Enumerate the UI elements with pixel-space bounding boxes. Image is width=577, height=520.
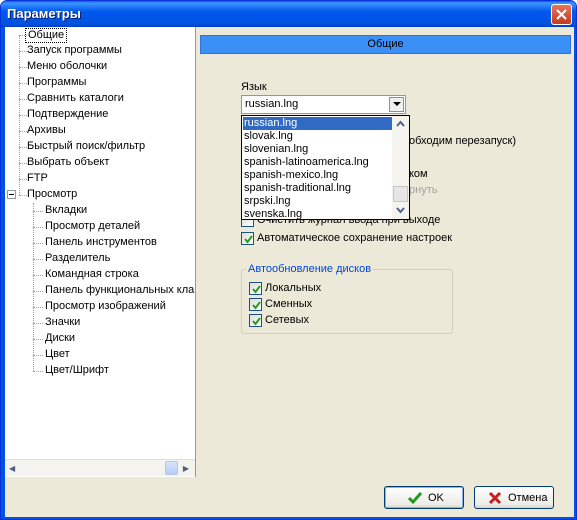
settings-tree[interactable]: Общие Запуск программы Меню оболочки Про…	[5, 27, 196, 477]
tree-item-general[interactable]: Общие	[25, 28, 68, 43]
scroll-left-icon[interactable]: ◀	[9, 464, 15, 473]
close-icon	[556, 9, 567, 20]
tree-item-view[interactable]: Просмотр	[25, 187, 79, 202]
ok-button[interactable]: OK	[384, 486, 464, 509]
cancel-label: Отмена	[508, 492, 548, 504]
tree-item-select-object[interactable]: Выбрать объект	[25, 155, 111, 170]
tree-item-icons[interactable]: Значки	[43, 315, 82, 330]
language-option[interactable]: spanish-latinoamerica.lng	[243, 156, 392, 169]
removable-drives-checkbox[interactable]	[249, 298, 262, 311]
cancel-button[interactable]: Отмена	[474, 486, 554, 509]
language-select[interactable]: russian.lng	[241, 95, 406, 114]
removable-drives-label[interactable]: Сменных	[265, 298, 312, 310]
check-icon	[252, 301, 261, 310]
network-drives-label[interactable]: Сетевых	[265, 314, 309, 326]
tree-item-startup[interactable]: Запуск программы	[25, 43, 124, 58]
hidden-option-fragment: ком	[409, 168, 428, 180]
tree-item-image-view[interactable]: Просмотр изображений	[43, 299, 168, 314]
local-drives-checkbox[interactable]	[249, 282, 262, 295]
check-icon	[252, 285, 261, 294]
section-header: Общие	[200, 35, 571, 54]
tree-horizontal-scrollbar[interactable]: ◀ ▶	[5, 459, 195, 476]
autosave-label[interactable]: Автоматическое сохранение настроек	[257, 232, 452, 244]
language-label: Язык	[241, 81, 267, 93]
language-option[interactable]: slovenian.lng	[243, 143, 392, 156]
general-settings-panel: Общие Язык russian.lng обходим перезапус…	[197, 27, 574, 477]
check-icon	[244, 235, 253, 244]
tree-item-details-view[interactable]: Просмотр деталей	[43, 219, 142, 234]
language-option[interactable]: spanish-traditional.lng	[243, 182, 392, 195]
tree-item-shell-menu[interactable]: Меню оболочки	[25, 59, 109, 74]
close-button[interactable]	[551, 4, 572, 25]
autosave-checkbox[interactable]	[241, 232, 254, 245]
scroll-up-button[interactable]	[392, 116, 409, 133]
auto-update-title: Автообновление дисков	[246, 263, 374, 275]
collapse-icon[interactable]	[7, 190, 16, 199]
tree-item-ftp[interactable]: FTP	[25, 171, 50, 186]
scroll-right-icon[interactable]: ▶	[183, 464, 189, 473]
tree-item-tabs[interactable]: Вкладки	[43, 203, 89, 218]
tree-item-compare-folders[interactable]: Сравнить каталоги	[25, 91, 126, 106]
language-dropdown-button[interactable]	[389, 97, 404, 112]
options-dialog: Параметры Общие Запуск программы Меню об…	[0, 0, 577, 520]
scroll-thumb[interactable]	[165, 461, 178, 475]
local-drives-label[interactable]: Локальных	[265, 282, 321, 294]
language-dropdown-list[interactable]: russian.lng slovak.lng slovenian.lng spa…	[241, 115, 410, 220]
restart-option-text: обходим перезапуск)	[409, 135, 517, 147]
scroll-down-button[interactable]	[392, 202, 409, 219]
tree-item-programs[interactable]: Программы	[25, 75, 88, 90]
hidden-option-fragment-disabled: рнуть	[409, 184, 438, 196]
tree-item-confirmation[interactable]: Подтверждение	[25, 107, 110, 122]
tree-item-quick-search[interactable]: Быстрый поиск/фильтр	[25, 139, 147, 154]
chevron-up-icon	[396, 120, 405, 127]
title-bar[interactable]: Параметры	[1, 1, 576, 27]
section-title: Общие	[367, 38, 404, 50]
language-option[interactable]: slovak.lng	[243, 130, 392, 143]
dropdown-scroll-thumb[interactable]	[393, 186, 408, 202]
tree-item-archives[interactable]: Архивы	[25, 123, 68, 138]
tree-item-toolbar[interactable]: Панель инструментов	[43, 235, 159, 250]
checkmark-icon	[407, 492, 423, 505]
dropdown-scrollbar[interactable]	[392, 116, 409, 219]
dialog-buttons: OK Отмена	[5, 477, 574, 517]
tree-item-splitter[interactable]: Разделитель	[43, 251, 112, 266]
cross-icon	[488, 491, 502, 505]
ok-label: OK	[428, 492, 444, 504]
tree-item-color[interactable]: Цвет	[43, 347, 72, 362]
language-option[interactable]: svenska.lng	[243, 208, 392, 219]
language-value: russian.lng	[245, 98, 299, 110]
auto-update-group: Автообновление дисков Локальных Сменных …	[241, 263, 453, 334]
window-title: Параметры	[7, 6, 81, 21]
language-option[interactable]: russian.lng	[243, 117, 392, 130]
tree-item-command-line[interactable]: Командная строка	[43, 267, 141, 282]
tree-item-function-keys[interactable]: Панель функциональных кла	[43, 283, 195, 298]
tree-item-drives[interactable]: Диски	[43, 331, 77, 346]
tree-item-color-font[interactable]: Цвет/Шрифт	[43, 363, 111, 378]
language-option[interactable]: spanish-mexico.lng	[243, 169, 392, 182]
chevron-down-icon	[393, 102, 401, 106]
chevron-down-icon	[396, 207, 405, 214]
network-drives-checkbox[interactable]	[249, 314, 262, 327]
language-option[interactable]: srpski.lng	[243, 195, 392, 208]
check-icon	[252, 317, 261, 326]
